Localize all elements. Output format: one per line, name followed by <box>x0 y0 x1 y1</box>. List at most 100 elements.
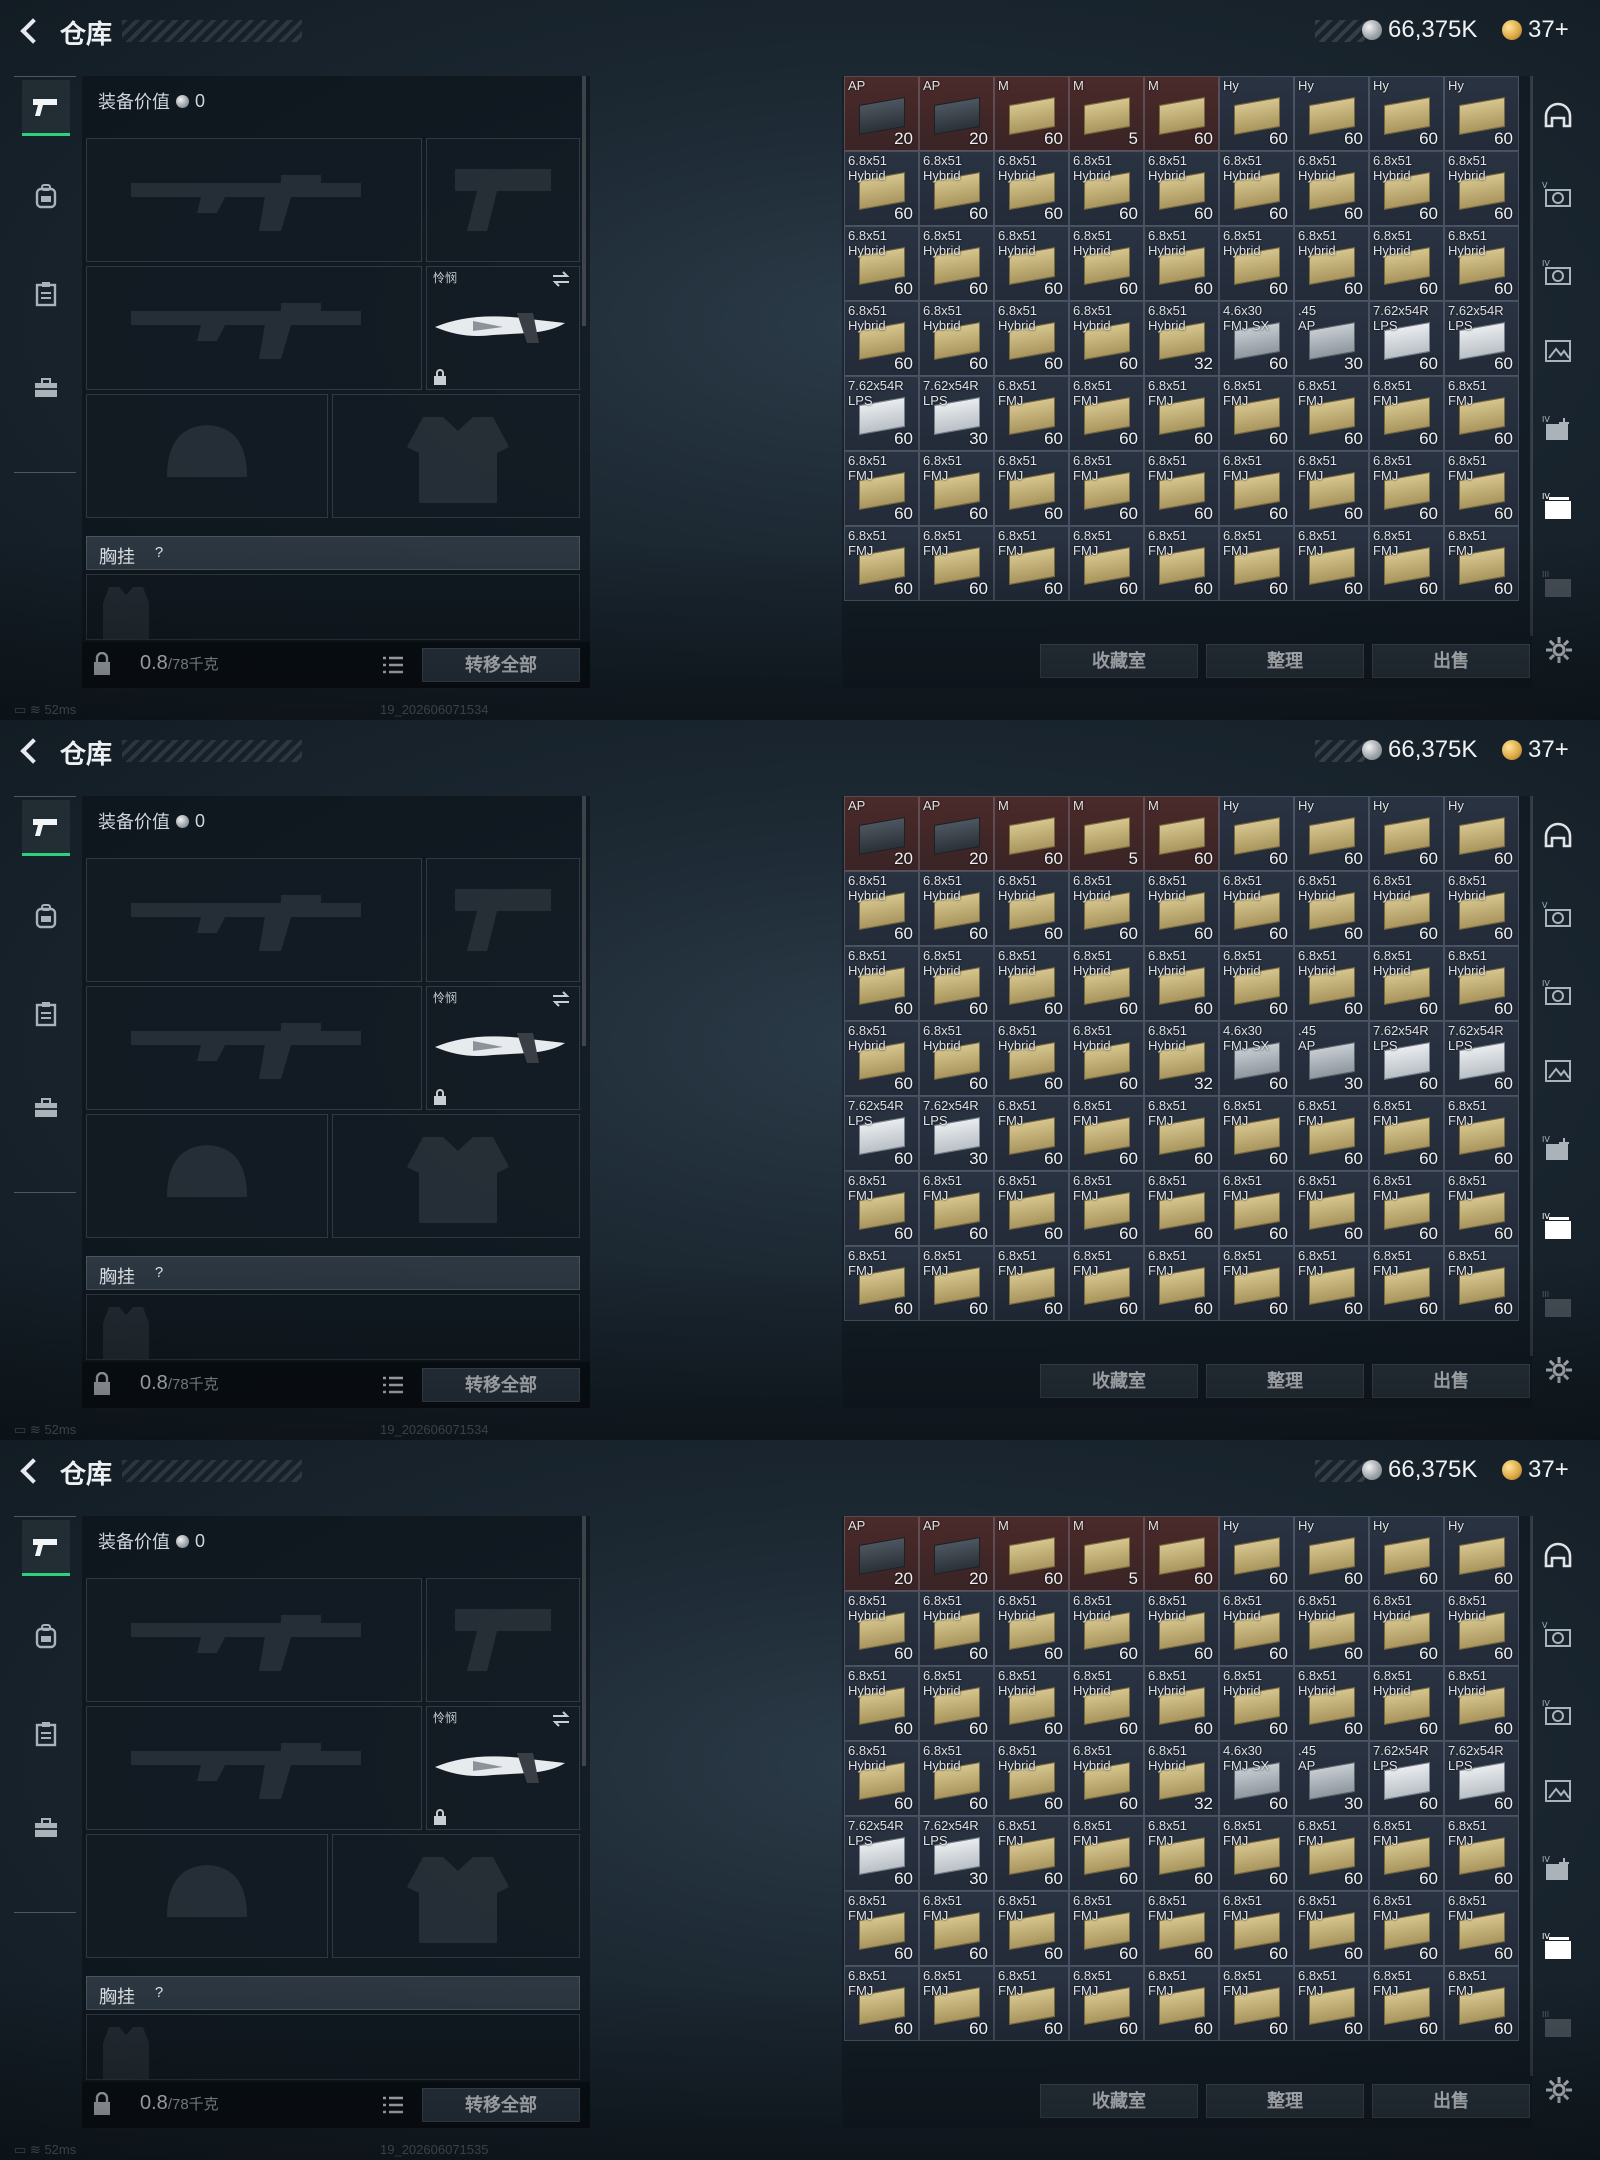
tab-photos[interactable] <box>1540 1772 1576 1808</box>
inventory-item[interactable]: 6.8x51 Hybrid 60 <box>994 151 1069 226</box>
inventory-item[interactable]: Hy 60 <box>1444 76 1519 151</box>
inventory-item[interactable]: M5 <box>1069 76 1144 151</box>
inventory-item[interactable]: 6.8x51 FMJ 60 <box>919 1966 994 2041</box>
inventory-item[interactable]: Hy 60 <box>1294 1516 1369 1591</box>
inventory-item[interactable]: 6.8x51 Hybrid 60 <box>919 1666 994 1741</box>
nav-armor[interactable] <box>22 986 70 1042</box>
inventory-item[interactable]: 6.8x51 FMJ 60 <box>994 1966 1069 2041</box>
inventory-item[interactable]: 4.6x30 FMJ SX 60 <box>1219 1021 1294 1096</box>
inventory-item[interactable]: 6.8x51 FMJ 60 <box>1369 1966 1444 2041</box>
inventory-item[interactable]: Hy 60 <box>1219 76 1294 151</box>
inventory-item[interactable]: 6.8x51 FMJ 60 <box>994 1816 1069 1891</box>
inventory-item[interactable]: 6.8x51 FMJ 60 <box>1144 1171 1219 1246</box>
melee-slot[interactable]: 怜悯 <box>426 1706 580 1830</box>
scrollbar[interactable] <box>582 796 586 1046</box>
inventory-item[interactable]: 6.8x51 FMJ 60 <box>1294 1891 1369 1966</box>
inventory-item[interactable]: 6.8x51 FMJ 60 <box>1069 1096 1144 1171</box>
inventory-item[interactable]: 7.62x54R LPS 60 <box>1444 301 1519 376</box>
inventory-item[interactable]: 6.8x51 Hybrid 60 <box>844 1591 919 1666</box>
organize-button[interactable]: 整理 <box>1206 644 1364 678</box>
inventory-item[interactable]: 6.8x51 FMJ 60 <box>1294 1246 1369 1321</box>
swap-icon[interactable] <box>551 271 571 287</box>
collection-room-button[interactable]: 收藏室 <box>1040 644 1198 678</box>
inventory-item[interactable]: 6.8x51 FMJ 60 <box>1369 1096 1444 1171</box>
inventory-item[interactable]: 6.8x51 Hybrid 60 <box>919 946 994 1021</box>
inventory-item[interactable]: 6.8x51 Hybrid 60 <box>1294 871 1369 946</box>
inventory-item[interactable]: 6.8x51 FMJ 60 <box>1294 1816 1369 1891</box>
scrollbar[interactable] <box>582 1516 586 1766</box>
inventory-item[interactable]: 6.8x51 FMJ 60 <box>1219 376 1294 451</box>
inventory-item[interactable]: 6.8x51 FMJ 60 <box>1219 1246 1294 1321</box>
inventory-item[interactable]: 6.8x51 Hybrid 60 <box>919 1021 994 1096</box>
melee-slot[interactable]: 怜悯 <box>426 266 580 390</box>
organize-button[interactable]: 整理 <box>1206 2084 1364 2118</box>
inventory-item[interactable]: 6.8x51 FMJ 60 <box>1369 451 1444 526</box>
armor-slot[interactable] <box>332 1114 580 1238</box>
inventory-item[interactable]: 6.8x51 Hybrid 60 <box>919 151 994 226</box>
transfer-all-button[interactable]: 转移全部 <box>422 1368 580 1402</box>
inventory-item[interactable]: 6.8x51 Hybrid 60 <box>1444 1666 1519 1741</box>
inventory-item[interactable]: 6.8x51 Hybrid 60 <box>1144 871 1219 946</box>
inventory-item[interactable]: 6.8x51 FMJ 60 <box>1219 1966 1294 2041</box>
inventory-item[interactable]: 6.8x51 Hybrid 60 <box>1144 151 1219 226</box>
inventory-item[interactable]: 6.8x51 FMJ 60 <box>1294 451 1369 526</box>
inventory-item[interactable]: 6.8x51 Hybrid 60 <box>1219 226 1294 301</box>
inventory-item[interactable]: 6.8x51 Hybrid 60 <box>844 1021 919 1096</box>
inventory-item[interactable]: 6.8x51 Hybrid 60 <box>844 946 919 1021</box>
inventory-item[interactable]: 7.62x54R LPS 60 <box>1369 301 1444 376</box>
inventory-item[interactable]: 7.62x54R LPS 30 <box>919 1816 994 1891</box>
primary-weapon-slot[interactable] <box>86 858 422 982</box>
inventory-item[interactable]: 6.8x51 Hybrid 60 <box>1069 301 1144 376</box>
organize-button[interactable]: 整理 <box>1206 1364 1364 1398</box>
secondary-weapon-slot[interactable] <box>86 986 422 1110</box>
inventory-item[interactable]: AP 20 <box>919 76 994 151</box>
lock-icon[interactable] <box>92 652 112 676</box>
inventory-item[interactable]: 6.8x51 Hybrid 60 <box>1294 1666 1369 1741</box>
tab-iv-gallery[interactable]: IV <box>1540 1928 1576 1964</box>
inventory-item[interactable]: 6.8x51 Hybrid 60 <box>1294 151 1369 226</box>
inventory-item[interactable]: M 60 <box>1144 76 1219 151</box>
inventory-item[interactable]: 6.8x51 FMJ 60 <box>1369 1171 1444 1246</box>
inventory-item[interactable]: 6.8x51 FMJ 60 <box>1069 1246 1144 1321</box>
settings-gear-icon[interactable] <box>1545 1356 1573 1384</box>
inventory-item[interactable]: 6.8x51 FMJ 60 <box>994 1171 1069 1246</box>
scrollbar[interactable] <box>1530 76 1533 636</box>
inventory-item[interactable]: 6.8x51 FMJ 60 <box>1444 1096 1519 1171</box>
inventory-item[interactable]: .45 AP 30 <box>1294 1021 1369 1096</box>
sell-button[interactable]: 出售 <box>1372 644 1530 678</box>
inventory-item[interactable]: 6.8x51 Hybrid 60 <box>1369 1666 1444 1741</box>
inventory-item[interactable]: 7.62x54R LPS 60 <box>1369 1021 1444 1096</box>
list-icon[interactable] <box>382 2096 404 2114</box>
inventory-item[interactable]: 6.8x51 FMJ 60 <box>1219 1891 1294 1966</box>
inventory-item[interactable]: 6.8x51 FMJ 60 <box>994 451 1069 526</box>
inventory-item[interactable]: 6.8x51 Hybrid 60 <box>994 1021 1069 1096</box>
inventory-item[interactable]: 6.8x51 FMJ 60 <box>1444 451 1519 526</box>
tab-helmet[interactable] <box>1540 1538 1576 1574</box>
tab-v[interactable]: V <box>1540 896 1576 932</box>
inventory-item[interactable]: 6.8x51 Hybrid 60 <box>1069 1666 1144 1741</box>
inventory-item[interactable]: 6.8x51 Hybrid 60 <box>844 226 919 301</box>
back-button[interactable] <box>14 1454 48 1488</box>
inventory-item[interactable]: 6.8x51 FMJ 60 <box>919 451 994 526</box>
inventory-item[interactable]: 6.8x51 Hybrid 60 <box>994 946 1069 1021</box>
inventory-item[interactable]: 6.8x51 Hybrid 60 <box>844 151 919 226</box>
chest-rig-slot[interactable] <box>86 1294 580 1360</box>
inventory-item[interactable]: 6.8x51 Hybrid 60 <box>994 1741 1069 1816</box>
inventory-item[interactable]: AP 20 <box>919 1516 994 1591</box>
inventory-item[interactable]: 6.8x51 FMJ 60 <box>1144 1891 1219 1966</box>
tab-iv-gallery[interactable]: IV <box>1540 1208 1576 1244</box>
inventory-item[interactable]: Hy 60 <box>1219 1516 1294 1591</box>
scrollbar[interactable] <box>1530 1516 1533 2076</box>
tab-iv-add[interactable]: IV <box>1540 410 1576 446</box>
inventory-item[interactable]: 6.8x51 FMJ 60 <box>919 1246 994 1321</box>
inventory-item[interactable]: 6.8x51 FMJ 60 <box>1444 1891 1519 1966</box>
back-button[interactable] <box>14 14 48 48</box>
inventory-item[interactable]: 6.8x51 FMJ 60 <box>1444 1246 1519 1321</box>
inventory-item[interactable]: 6.8x51 FMJ 60 <box>1144 1816 1219 1891</box>
armor-slot[interactable] <box>332 1834 580 1958</box>
inventory-item[interactable]: 6.8x51 Hybrid 60 <box>1294 226 1369 301</box>
inventory-item[interactable]: M 60 <box>1144 796 1219 871</box>
inventory-item[interactable]: 6.8x51 Hybrid 60 <box>994 871 1069 946</box>
transfer-all-button[interactable]: 转移全部 <box>422 648 580 682</box>
inventory-item[interactable]: 7.62x54R LPS 30 <box>919 376 994 451</box>
